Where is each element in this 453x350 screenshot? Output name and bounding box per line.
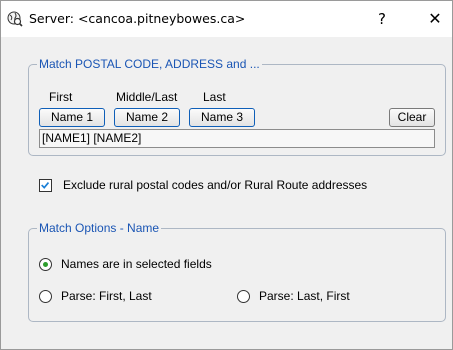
window-title: Server: <cancoa.pitneybowes.ca> bbox=[29, 11, 246, 26]
title-bar: Server: <cancoa.pitneybowes.ca> ? ✕ bbox=[1, 1, 452, 37]
dialog-client: Match POSTAL CODE, ADDRESS and ... First… bbox=[1, 37, 452, 349]
match-group-legend: Match POSTAL CODE, ADDRESS and ... bbox=[37, 57, 262, 71]
column-label-last: Last bbox=[203, 90, 226, 104]
column-label-first: First bbox=[49, 90, 73, 104]
column-label-middle-last: Middle/Last bbox=[116, 90, 178, 104]
radio-label-parse-first-last: Parse: First, Last bbox=[61, 289, 152, 303]
radio-label-names-in-selected-fields: Names are in selected fields bbox=[61, 257, 212, 271]
match-options-group: Match Options - Name Names are in select… bbox=[28, 221, 446, 322]
checkmark-icon bbox=[41, 181, 50, 189]
radio-parse-last-first[interactable] bbox=[237, 290, 250, 303]
match-options-legend: Match Options - Name bbox=[37, 221, 162, 235]
help-button[interactable]: ? bbox=[370, 7, 394, 31]
name3-button[interactable]: Name 3 bbox=[189, 108, 255, 127]
close-button[interactable]: ✕ bbox=[423, 7, 447, 31]
name1-button[interactable]: Name 1 bbox=[39, 108, 105, 127]
exclude-rural-label: Exclude rural postal codes and/or Rural … bbox=[63, 178, 368, 192]
exclude-rural-checkbox[interactable] bbox=[39, 179, 52, 192]
globe-magnifier-icon bbox=[7, 11, 23, 27]
radio-parse-first-last[interactable] bbox=[39, 290, 52, 303]
radio-names-in-selected-fields[interactable] bbox=[39, 258, 52, 271]
match-group: Match POSTAL CODE, ADDRESS and ... First… bbox=[28, 57, 446, 156]
radio-label-parse-last-first: Parse: Last, First bbox=[259, 289, 350, 303]
name2-button[interactable]: Name 2 bbox=[114, 108, 180, 127]
clear-button[interactable]: Clear bbox=[389, 108, 435, 127]
dialog-window: Server: <cancoa.pitneybowes.ca> ? ✕ Matc… bbox=[0, 0, 453, 350]
name-fields-input[interactable]: [NAME1] [NAME2] bbox=[39, 129, 435, 148]
